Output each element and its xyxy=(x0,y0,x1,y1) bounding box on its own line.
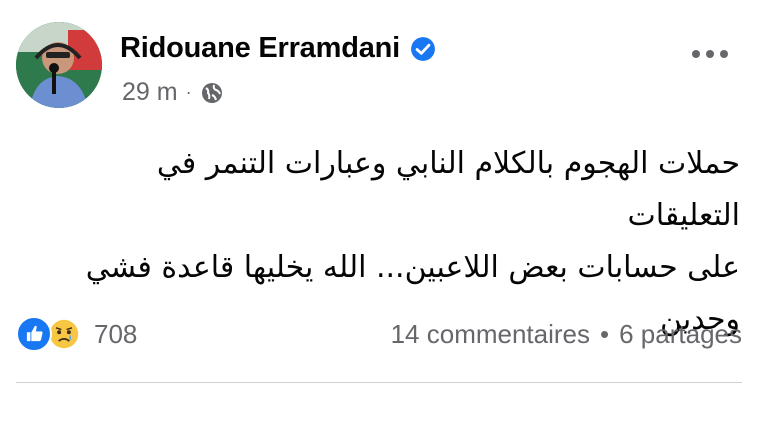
stats-separator: • xyxy=(600,319,610,349)
divider xyxy=(16,382,742,383)
post-header: Ridouane Erramdani 29 m · xyxy=(16,22,748,112)
author-avatar[interactable] xyxy=(16,22,102,108)
verified-badge-icon xyxy=(411,36,435,61)
reactions-summary[interactable]: 708 xyxy=(16,316,137,352)
reaction-count[interactable]: 708 xyxy=(94,319,137,350)
post-text-line: على حسابات بعض اللاعبين... الله يخليها ق… xyxy=(85,250,740,285)
post-text: حملات الهجوم بالكلام النابي وعبارات التن… xyxy=(40,138,740,346)
more-options-icon[interactable] xyxy=(692,50,728,58)
meta-separator: · xyxy=(185,82,192,102)
avatar-image xyxy=(16,22,102,108)
post-timestamp[interactable]: 29 m xyxy=(122,78,178,107)
shares-count[interactable]: 6 partages xyxy=(619,319,742,350)
comments-count[interactable]: 14 commentaires xyxy=(391,319,590,350)
post-stats: 14 commentaires • 6 partages xyxy=(391,319,742,350)
author-name[interactable]: Ridouane Erramdani xyxy=(120,32,400,65)
globe-icon[interactable] xyxy=(200,81,224,105)
post-text-line: حملات الهجوم بالكلام النابي وعبارات التن… xyxy=(156,146,740,233)
like-icon xyxy=(16,316,52,352)
